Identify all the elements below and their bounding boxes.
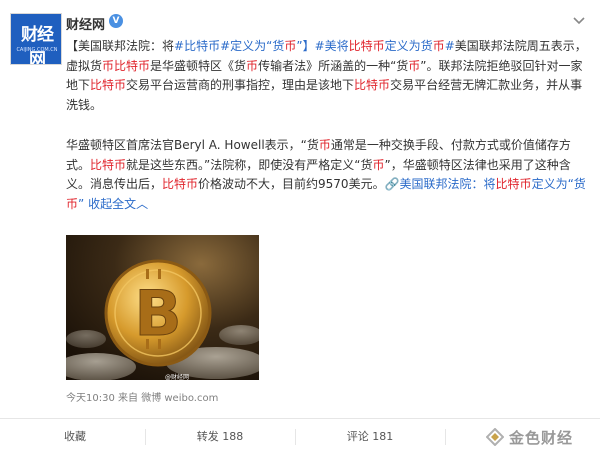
keyword-highlight[interactable]: 比特币 xyxy=(162,177,198,191)
article-link[interactable]: 定义为“货 xyxy=(532,177,586,191)
post-text: 【美国联邦法院：将#比特币#定义为“货币”】#美将比特币定义为货币#美国联邦法院… xyxy=(66,37,588,214)
action-separator xyxy=(145,429,146,445)
avatar[interactable]: 财经网 CAIJING.COM.CN xyxy=(10,13,62,65)
verified-badge-icon: V xyxy=(109,14,123,28)
text-segment: 华盛顿特区首席法官Beryl A. Howell表示，“货 xyxy=(66,138,319,152)
action-separator xyxy=(295,429,296,445)
article-link-keyword[interactable]: 比特币 xyxy=(496,177,532,191)
image-watermark: @财经网 xyxy=(165,374,190,381)
link-icon[interactable]: 🔗 xyxy=(385,177,400,191)
post-source[interactable]: 微博 weibo.com xyxy=(141,393,218,404)
post-time[interactable]: 今天10:30 xyxy=(66,393,115,404)
avatar-logo-text: 财经网 xyxy=(21,25,54,65)
collapse-text-link[interactable]: 收起全文 xyxy=(88,197,136,211)
bitcoin-coins-illustration: B xyxy=(66,235,259,380)
keyword-highlight[interactable]: 比特币 xyxy=(354,78,390,92)
watermark-text: 金色财经 xyxy=(509,428,574,447)
keyword-highlight[interactable]: 币 xyxy=(246,59,258,73)
favorite-button[interactable]: 收藏 xyxy=(20,425,130,449)
weibo-post-card: 财经网 CAIJING.COM.CN 财经网 V 【美国联邦法院：将#比特币#定… xyxy=(0,0,600,453)
jinse-logo-icon xyxy=(486,428,504,446)
keyword-highlight[interactable]: 比特币 xyxy=(90,158,126,172)
article-link[interactable]: 美国联邦法院：将 xyxy=(400,177,496,191)
text-segment: 价格波动不大，目前约9570美元。 xyxy=(198,177,385,191)
post-meta: 今天10:30 来自 微博 weibo.com xyxy=(66,389,218,404)
article-link-keyword[interactable]: 币 xyxy=(66,197,78,211)
keyword-highlight[interactable]: 币 xyxy=(319,138,331,152)
text-segment: 传输者法》所涵盖的一种“货 xyxy=(258,58,409,73)
repost-button[interactable]: 转发 188 xyxy=(160,425,280,449)
text-segment: 是华盛顿特区《货 xyxy=(150,58,247,73)
post-paragraph-2: 华盛顿特区首席法官Beryl A. Howell表示，“货币通常是一种交换手段、… xyxy=(66,136,588,214)
keyword-highlight[interactable]: 币 xyxy=(408,59,420,73)
action-separator xyxy=(445,429,446,445)
topic-link[interactable]: ”】 xyxy=(296,39,314,53)
keyword-highlight[interactable]: 比特币 xyxy=(349,39,385,53)
avatar-logo-subtext: CAIJING.COM.CN xyxy=(16,47,58,53)
topic-link[interactable]: # xyxy=(445,39,455,53)
source-prefix: 来自 xyxy=(118,393,139,404)
keyword-highlight[interactable]: 比特币 xyxy=(90,78,126,92)
post-image[interactable]: B xyxy=(66,235,259,380)
topic-link[interactable]: #定义为“货 xyxy=(220,39,284,53)
author-name[interactable]: 财经网 xyxy=(66,14,105,33)
keyword-highlight[interactable]: 币 xyxy=(284,39,296,53)
topic-link[interactable]: #美将 xyxy=(315,39,349,53)
collapse-arrow-icon[interactable]: ︿ xyxy=(136,197,148,211)
keyword-highlight[interactable]: 币 xyxy=(433,39,445,53)
text-segment: 就是这些东西。”法院称，即使没有严格定义“货 xyxy=(126,157,373,172)
topic-link[interactable]: 定义为货 xyxy=(385,39,433,53)
text-segment: 交易平台运营商的刑事指控，理由是该地下 xyxy=(126,78,355,92)
chevron-down-icon[interactable] xyxy=(571,12,587,28)
action-bar-divider xyxy=(0,418,600,419)
site-watermark: 金色财经 xyxy=(486,426,573,448)
topic-link[interactable]: #比特币 xyxy=(174,39,220,53)
comment-button[interactable]: 评论 181 xyxy=(310,425,430,449)
keyword-highlight[interactable]: 币 xyxy=(372,158,384,172)
text-segment: 【美国联邦法院：将 xyxy=(66,39,175,53)
article-link[interactable]: ” xyxy=(78,197,84,211)
post-paragraph-1: 【美国联邦法院：将#比特币#定义为“货币”】#美将比特币定义为货币#美国联邦法院… xyxy=(66,37,588,115)
keyword-highlight[interactable]: 币比特币 xyxy=(102,59,150,73)
